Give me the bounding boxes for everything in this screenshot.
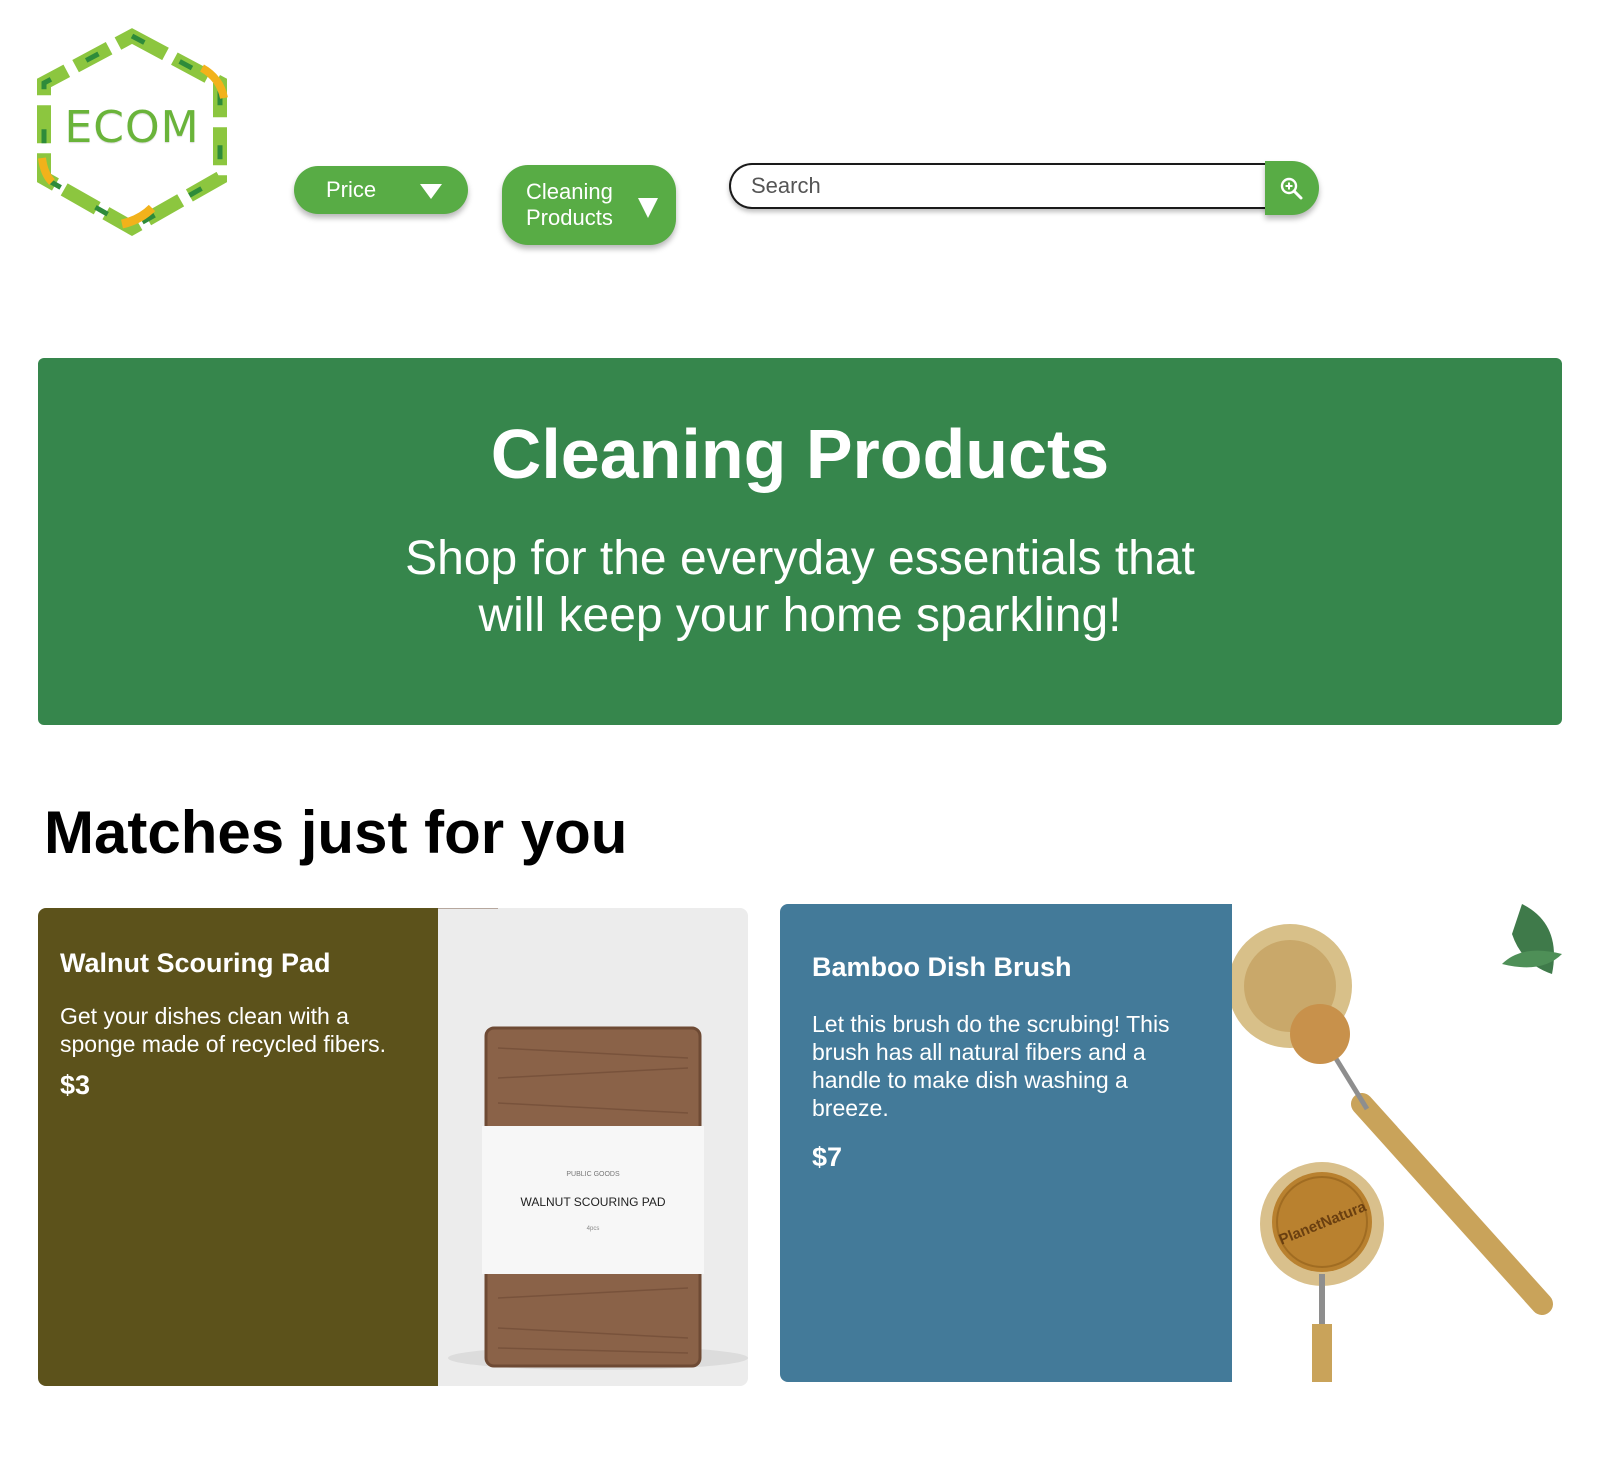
price-filter-label: Price [326, 177, 377, 202]
price-filter-dropdown[interactable]: Price [294, 166, 468, 214]
product-image-bamboo-dish-brush: PlanetNatura [1232, 904, 1562, 1382]
search-button[interactable] [1265, 161, 1319, 215]
svg-text:PUBLIC GOODS: PUBLIC GOODS [566, 1171, 620, 1178]
category-filter-label: Cleaning Products [526, 179, 613, 230]
product-description: Let this brush do the scrubing! This bru… [812, 1011, 1170, 1121]
product-card-walnut-scouring-pad[interactable]: Walnut Scouring Pad Get your dishes clea… [38, 908, 748, 1386]
product-name: Walnut Scouring Pad [60, 948, 331, 978]
category-filter-dropdown[interactable]: Cleaning Products [502, 165, 676, 245]
product-description: Get your dishes clean with a sponge made… [60, 1003, 387, 1057]
scouring-pad-illustration: PUBLIC GOODS WALNUT SCOURING PAD 4pcs [438, 908, 748, 1370]
package-label: WALNUT SCOURING PAD [520, 1195, 665, 1209]
product-price: $7 [812, 1142, 843, 1172]
hero-subtitle: Shop for the everyday essentials that wi… [38, 530, 1562, 644]
product-info-panel: Walnut Scouring Pad Get your dishes clea… [38, 908, 438, 1386]
ecom-logo[interactable]: ECOM [32, 28, 232, 238]
search-bar [729, 161, 1319, 217]
product-name: Bamboo Dish Brush [812, 952, 1072, 982]
hero-banner: Cleaning Products Shop for the everyday … [38, 358, 1562, 725]
matches-section-title: Matches just for you [44, 799, 628, 866]
search-input[interactable] [729, 163, 1269, 209]
product-info-panel: Bamboo Dish Brush Let this brush do the … [780, 904, 1232, 1382]
product-card-bamboo-dish-brush[interactable]: Bamboo Dish Brush Let this brush do the … [780, 904, 1562, 1382]
dish-brush-illustration: PlanetNatura [1232, 904, 1562, 1382]
hero-subtitle-text: Shop for the everyday essentials that wi… [405, 532, 1195, 642]
logo-text: ECOM [64, 102, 200, 153]
hero-title: Cleaning Products [490, 415, 1110, 493]
caret-down-icon [638, 198, 658, 218]
caret-down-icon [420, 184, 442, 199]
svg-text:4pcs: 4pcs [587, 1226, 600, 1232]
product-image-walnut-scouring-pad: PUBLIC GOODS WALNUT SCOURING PAD 4pcs [438, 908, 748, 1386]
zoom-in-icon [1280, 177, 1303, 200]
product-price: $3 [60, 1070, 91, 1100]
